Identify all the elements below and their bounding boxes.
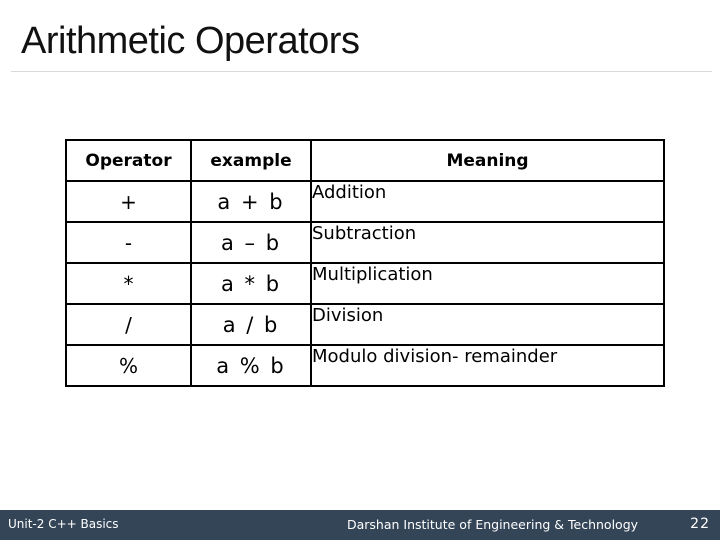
meaning-cell: Addition xyxy=(310,180,665,223)
example-cell: a + b xyxy=(190,180,312,223)
title-divider xyxy=(11,71,712,72)
table-header-row: Operator example Meaning xyxy=(65,139,665,182)
operator-cell: / xyxy=(65,303,192,346)
table-row: % a % b Modulo division- remainder xyxy=(65,344,665,387)
page-number: 22 xyxy=(690,516,710,532)
header-example: example xyxy=(190,139,312,182)
operator-cell: * xyxy=(65,262,192,305)
table-row: / a / b Division xyxy=(65,303,665,346)
operators-table: Operator example Meaning + a + b Additio… xyxy=(65,139,665,387)
operator-cell: - xyxy=(65,221,192,264)
footer-unit-label: Unit-2 C++ Basics xyxy=(8,517,119,531)
table-row: * a * b Multiplication xyxy=(65,262,665,305)
example-cell: a – b xyxy=(190,221,312,264)
table-row: + a + b Addition xyxy=(65,180,665,223)
operator-cell: + xyxy=(65,180,192,223)
example-cell: a * b xyxy=(190,262,312,305)
example-cell: a % b xyxy=(190,344,312,387)
slide-title: Arithmetic Operators xyxy=(21,20,360,62)
meaning-cell: Multiplication xyxy=(310,262,665,305)
slide-footer: Unit-2 C++ Basics Darshan Institute of E… xyxy=(0,510,720,540)
operator-cell: % xyxy=(65,344,192,387)
meaning-cell: Modulo division- remainder xyxy=(310,344,665,387)
table-row: - a – b Subtraction xyxy=(65,221,665,264)
meaning-cell: Subtraction xyxy=(310,221,665,264)
footer-institute-label: Darshan Institute of Engineering & Techn… xyxy=(347,517,639,532)
meaning-cell: Division xyxy=(310,303,665,346)
example-cell: a / b xyxy=(190,303,312,346)
header-meaning: Meaning xyxy=(310,139,665,182)
header-operator: Operator xyxy=(65,139,192,182)
